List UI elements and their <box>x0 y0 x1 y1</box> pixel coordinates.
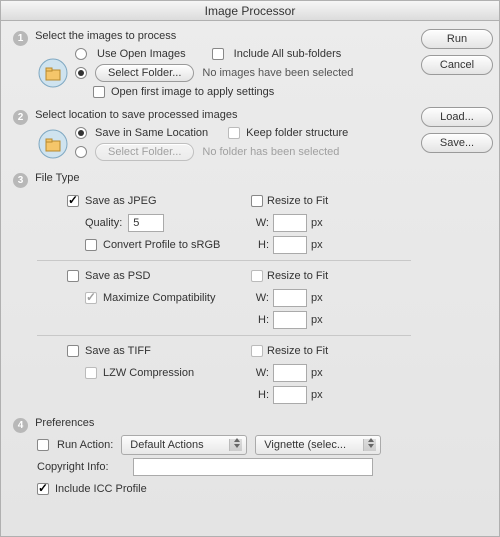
radio-select-folder[interactable] <box>75 67 87 79</box>
psd-w-input <box>273 289 307 307</box>
jpeg-w-label: W: <box>251 217 269 229</box>
tiff-w-px: px <box>311 367 323 379</box>
run-action-label: Run Action: <box>57 439 113 451</box>
divider <box>37 260 411 261</box>
lzw-label: LZW Compression <box>103 367 194 379</box>
check-open-first-image[interactable] <box>93 86 105 98</box>
select-folder-button-1[interactable]: Select Folder... <box>95 64 194 82</box>
psd-resize-label: Resize to Fit <box>267 270 328 282</box>
use-open-images-label: Use Open Images <box>97 48 186 60</box>
check-include-subfolders[interactable] <box>212 48 224 60</box>
check-jpeg-resize[interactable] <box>251 195 263 207</box>
section2-heading: Select location to save processed images <box>35 109 237 121</box>
jpeg-w-px: px <box>311 217 323 229</box>
dropdown-action-set[interactable]: Default Actions <box>121 435 247 455</box>
same-location-label: Save in Same Location <box>95 127 208 139</box>
copyright-label: Copyright Info: <box>37 461 125 473</box>
action-set-value: Default Actions <box>130 439 203 451</box>
tiff-w-label: W: <box>251 367 269 379</box>
convert-srgb-label: Convert Profile to sRGB <box>103 239 220 251</box>
no-folder-hint: No folder has been selected <box>202 146 339 158</box>
psd-h-input <box>273 311 307 329</box>
save-tiff-label: Save as TIFF <box>85 345 151 357</box>
check-keep-folder-structure <box>228 127 240 139</box>
keep-folder-label: Keep folder structure <box>246 127 348 139</box>
check-psd-resize <box>251 270 263 282</box>
check-save-jpeg[interactable] <box>67 195 79 207</box>
quality-input[interactable] <box>128 214 164 232</box>
save-button[interactable]: Save... <box>421 133 493 153</box>
cancel-button[interactable]: Cancel <box>421 55 493 75</box>
section1-heading: Select the images to process <box>35 30 176 42</box>
section-select-images: 1 Select the images to process Use Open … <box>13 29 411 98</box>
window-title: Image Processor <box>1 1 499 21</box>
check-lzw <box>85 367 97 379</box>
psd-w-px: px <box>311 292 323 304</box>
radio-same-location[interactable] <box>75 127 87 139</box>
section-file-type: 3 File Type Save as JPEG Resize to Fit Q… <box>13 171 411 406</box>
section-save-location: 2 Select location to save processed imag… <box>13 108 411 161</box>
step-badge-3: 3 <box>13 173 28 188</box>
step-badge-4: 4 <box>13 418 28 433</box>
jpeg-resize-label: Resize to Fit <box>267 195 328 207</box>
check-save-psd[interactable] <box>67 270 79 282</box>
check-icc[interactable] <box>37 483 49 495</box>
jpeg-h-label: H: <box>251 239 269 251</box>
save-psd-label: Save as PSD <box>85 270 150 282</box>
section-preferences: 4 Preferences Run Action: Default Action… <box>13 416 411 499</box>
section4-heading: Preferences <box>35 417 94 429</box>
check-max-compat <box>85 292 97 304</box>
open-first-label: Open first image to apply settings <box>111 86 274 98</box>
save-jpeg-label: Save as JPEG <box>85 195 157 207</box>
max-compat-label: Maximize Compatibility <box>103 292 215 304</box>
folder-icon <box>37 57 69 89</box>
check-tiff-resize <box>251 345 263 357</box>
copyright-input[interactable] <box>133 458 373 476</box>
jpeg-h-input <box>273 236 307 254</box>
check-convert-srgb[interactable] <box>85 239 97 251</box>
check-save-tiff[interactable] <box>67 345 79 357</box>
psd-h-px: px <box>311 314 323 326</box>
divider-2 <box>37 335 411 336</box>
action-name-value: Vignette (selec... <box>264 439 346 451</box>
icc-label: Include ICC Profile <box>55 483 147 495</box>
radio-use-open-images[interactable] <box>75 48 87 60</box>
step-badge-1: 1 <box>13 31 28 46</box>
tiff-h-label: H: <box>251 389 269 401</box>
psd-h-label: H: <box>251 314 269 326</box>
quality-label: Quality: <box>85 217 122 229</box>
tiff-h-px: px <box>311 389 323 401</box>
no-images-hint: No images have been selected <box>202 67 353 79</box>
load-button[interactable]: Load... <box>421 107 493 127</box>
psd-w-label: W: <box>251 292 269 304</box>
section3-heading: File Type <box>35 172 79 184</box>
step-badge-2: 2 <box>13 110 28 125</box>
folder-icon-2 <box>37 128 69 160</box>
dropdown-action-name[interactable]: Vignette (selec... <box>255 435 381 455</box>
jpeg-w-input <box>273 214 307 232</box>
include-subfolders-label: Include All sub-folders <box>234 48 342 60</box>
jpeg-h-px: px <box>311 239 323 251</box>
radio-select-output-folder[interactable] <box>75 146 87 158</box>
select-folder-button-2: Select Folder... <box>95 143 194 161</box>
check-run-action[interactable] <box>37 439 49 451</box>
tiff-w-input <box>273 364 307 382</box>
run-button[interactable]: Run <box>421 29 493 49</box>
tiff-resize-label: Resize to Fit <box>267 345 328 357</box>
tiff-h-input <box>273 386 307 404</box>
